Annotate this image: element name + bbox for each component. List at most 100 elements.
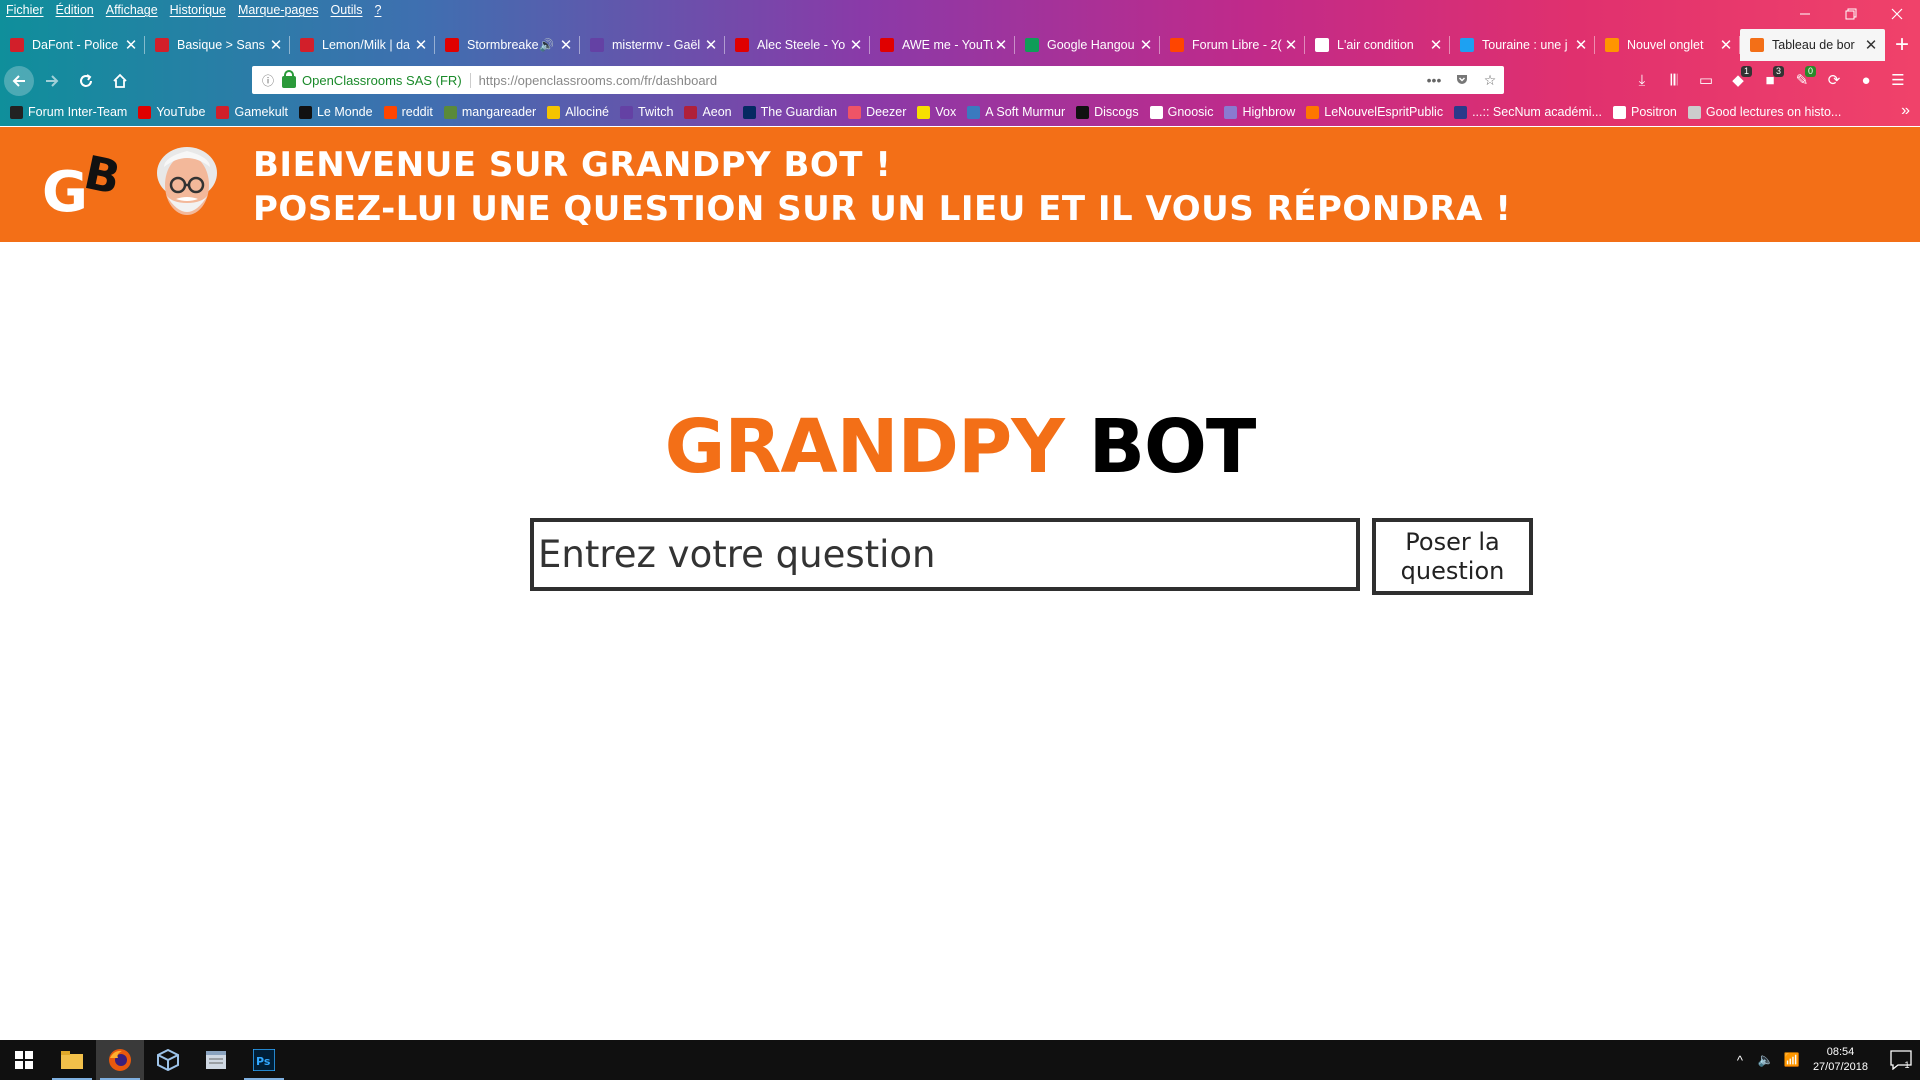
tab[interactable]: Alec Steele - Yo ✕ [725, 29, 870, 61]
tab-close-icon[interactable]: ✕ [123, 36, 139, 54]
back-arrow-icon [12, 74, 25, 87]
bookmark-item[interactable]: Deezer [848, 105, 906, 119]
tab[interactable]: mistermv - Gaël ✕ [580, 29, 725, 61]
bookmark-item[interactable]: ...:: SecNum académi... [1454, 105, 1602, 119]
ask-question-button[interactable]: Poser la question [1372, 518, 1533, 595]
back-button[interactable] [4, 65, 34, 96]
ublock-icon[interactable]: ◆ 1 [1722, 66, 1754, 92]
bookmark-item[interactable]: mangareader [443, 105, 536, 119]
bookmark-item[interactable]: Highbrow [1224, 105, 1295, 119]
minimize-button[interactable] [1782, 0, 1828, 28]
url-bar[interactable]: ⓘ OpenClassrooms SAS (FR) https://opencl… [252, 66, 1504, 94]
speaker-icon[interactable]: 🔊 [539, 38, 554, 52]
restore-button[interactable] [1828, 0, 1874, 28]
notepad-button[interactable] [192, 1040, 240, 1080]
tab-close-icon[interactable]: ✕ [1718, 36, 1734, 54]
welcome-line-2: POSEZ-LUI UNE QUESTION SUR UN LIEU ET IL… [253, 189, 1512, 229]
tab-close-icon[interactable]: ✕ [1863, 36, 1879, 54]
tab[interactable]: Basique > Sans ✕ [145, 29, 290, 61]
bookmark-item[interactable]: Le Monde [298, 105, 373, 119]
tab-favicon [735, 38, 749, 52]
site-identity[interactable]: OpenClassrooms SAS (FR) [302, 72, 471, 88]
bookmark-item[interactable]: Forum Inter-Team [10, 105, 127, 119]
tab-close-icon[interactable]: ✕ [558, 36, 574, 54]
bookmark-item[interactable]: Allociné [547, 105, 609, 119]
download-icon[interactable]: ⤓ [1626, 68, 1658, 92]
info-icon[interactable]: ⓘ [258, 72, 278, 89]
tab[interactable]: Lemon/Milk | da ✕ [290, 29, 435, 61]
bookmark-item[interactable]: LeNouvelEspritPublic [1306, 105, 1443, 119]
bookmark-item[interactable]: Vox [917, 105, 956, 119]
tab[interactable]: AWE me - YouTu ✕ [870, 29, 1015, 61]
page-actions-icon[interactable]: ••• [1420, 72, 1448, 88]
bookmark-item[interactable]: YouTube [138, 105, 205, 119]
system-clock[interactable]: 08:54 27/07/2018 [1813, 1045, 1868, 1075]
file-explorer-button[interactable] [48, 1040, 96, 1080]
tab-close-icon[interactable]: ✕ [703, 36, 719, 54]
extension-icon[interactable]: ● [1850, 68, 1882, 92]
bookmark-item[interactable]: A Soft Murmur [967, 105, 1065, 119]
menu-marque-pages[interactable]: Marque-pages [238, 3, 319, 17]
menu-historique[interactable]: Historique [170, 3, 226, 17]
menu-affichage[interactable]: Affichage [106, 3, 158, 17]
tab-close-icon[interactable]: ✕ [1283, 36, 1299, 54]
tab[interactable]: Stormbreake 🔊 ✕ [435, 29, 580, 61]
windows-start-button[interactable] [0, 1040, 48, 1080]
home-button[interactable] [104, 65, 136, 97]
tab-favicon [1460, 38, 1474, 52]
tab-close-icon[interactable]: ✕ [268, 36, 284, 54]
tab[interactable]: L'air condition ✕ [1305, 29, 1450, 61]
extension-icon[interactable]: ✎ 0 [1786, 66, 1818, 92]
url-text[interactable]: https://openclassrooms.com/fr/dashboard [471, 73, 1420, 88]
menu-fichier[interactable]: Fichier [6, 3, 44, 17]
library-icon[interactable]: 𝄃𝄃 [1658, 68, 1690, 92]
notification-center-button[interactable]: 1 [1880, 1040, 1920, 1080]
sidebar-icon[interactable]: ▭ [1690, 68, 1722, 92]
bookmark-item[interactable]: reddit [383, 105, 433, 119]
tab-close-icon[interactable]: ✕ [1428, 36, 1444, 54]
tab-close-icon[interactable]: ✕ [993, 36, 1009, 54]
volume-icon[interactable]: 🔈 [1753, 1052, 1779, 1068]
tab-close-icon[interactable]: ✕ [1573, 36, 1589, 54]
bookmark-item[interactable]: Discogs [1076, 105, 1139, 119]
menu-edition[interactable]: Édition [56, 3, 94, 17]
bookmark-item[interactable]: Gamekult [216, 105, 288, 119]
virtualbox-button[interactable] [144, 1040, 192, 1080]
bookmark-favicon [1149, 105, 1163, 119]
tab-active[interactable]: Tableau de bor ✕ [1740, 29, 1885, 61]
reload-button[interactable] [70, 65, 102, 97]
pocket-icon[interactable] [1448, 72, 1476, 89]
tab-title: Forum Libre - 2( [1192, 38, 1282, 52]
bookmark-item[interactable]: The Guardian [742, 105, 837, 119]
star-icon[interactable]: ☆ [1476, 72, 1504, 89]
bookmark-item[interactable]: Aeon [684, 105, 732, 119]
sync-icon[interactable]: ⟳ [1818, 68, 1850, 92]
tab[interactable]: Forum Libre - 2(✕ [1160, 29, 1305, 61]
tab[interactable]: Nouvel onglet ✕ [1595, 29, 1740, 61]
question-input[interactable] [530, 518, 1360, 591]
menu-help[interactable]: ? [375, 3, 382, 17]
bookmark-item[interactable]: Twitch [620, 105, 673, 119]
firefox-button[interactable] [96, 1040, 144, 1080]
bookmarks-overflow-icon[interactable]: » [1901, 102, 1910, 120]
forward-button[interactable] [36, 65, 68, 97]
new-tab-button[interactable]: + [1885, 29, 1919, 61]
close-window-button[interactable] [1874, 0, 1920, 28]
bookmark-item[interactable]: Good lectures on histo... [1687, 105, 1841, 119]
tab[interactable]: Touraine : une j ✕ [1450, 29, 1595, 61]
bookmark-label: Gnoosic [1167, 105, 1214, 119]
tab[interactable]: Google Hangou ✕ [1015, 29, 1160, 61]
menu-outils[interactable]: Outils [331, 3, 363, 17]
bookmark-item[interactable]: Gnoosic [1149, 105, 1214, 119]
extension-icon[interactable]: ■ 3 [1754, 66, 1786, 92]
chevron-up-icon[interactable]: ^ [1727, 1053, 1753, 1068]
forward-arrow-icon [46, 74, 59, 87]
hamburger-menu-icon[interactable]: ☰ [1882, 68, 1914, 92]
tab-close-icon[interactable]: ✕ [1138, 36, 1154, 54]
bookmark-item[interactable]: Positron [1613, 105, 1677, 119]
tab-close-icon[interactable]: ✕ [413, 36, 429, 54]
tab[interactable]: DaFont - Police ✕ [0, 29, 145, 61]
tab-close-icon[interactable]: ✕ [848, 36, 864, 54]
photoshop-button[interactable]: Ps [240, 1040, 288, 1080]
wifi-icon[interactable]: 📶 [1779, 1052, 1805, 1068]
